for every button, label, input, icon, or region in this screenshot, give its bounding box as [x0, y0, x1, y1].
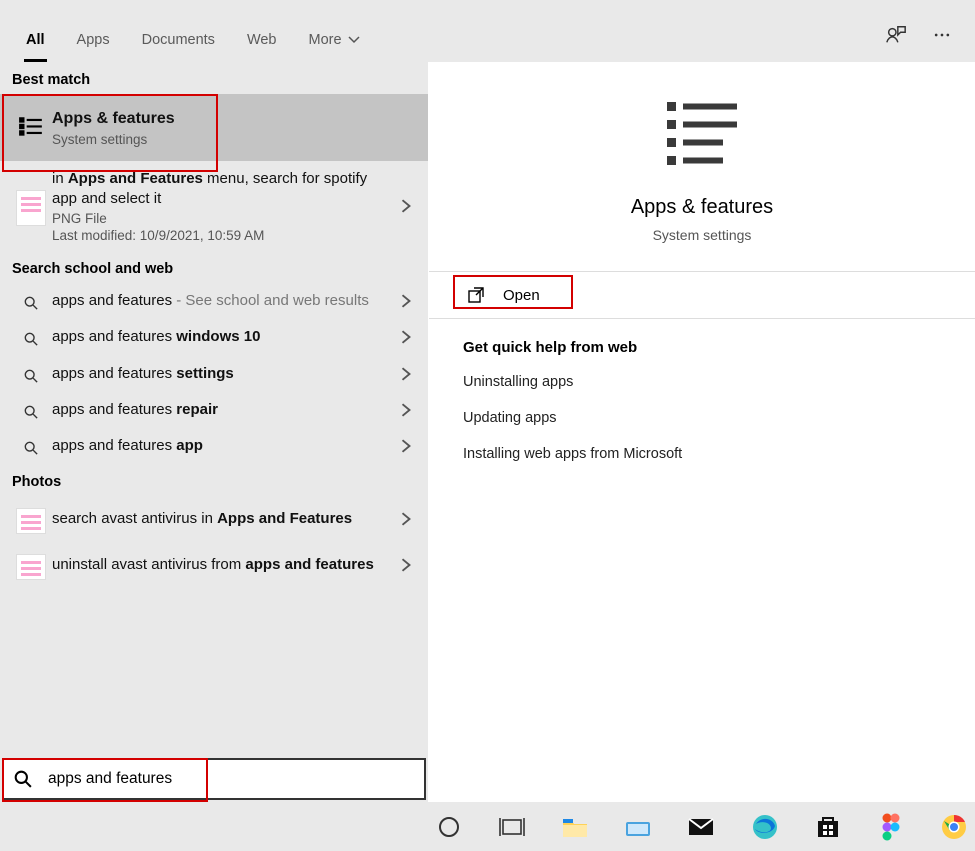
chevron-down-icon: [348, 34, 360, 46]
taskbar: [0, 802, 975, 851]
open-button[interactable]: Open: [439, 272, 568, 318]
result-web[interactable]: apps and features - See school and web r…: [0, 283, 428, 319]
result-web[interactable]: apps and features windows 10: [0, 319, 428, 355]
chevron-right-icon: [394, 294, 418, 308]
taskbar-keyboard-icon[interactable]: [618, 807, 659, 847]
chevron-right-icon: [394, 512, 418, 526]
search-icon: [4, 770, 42, 788]
result-web[interactable]: apps and features settings: [0, 356, 428, 392]
taskbar-taskview-icon[interactable]: [491, 807, 532, 847]
result-photo[interactable]: uninstall avast antivirus from apps and …: [0, 542, 428, 588]
tab-web[interactable]: Web: [245, 22, 279, 62]
taskbar-file-explorer-icon[interactable]: [554, 807, 595, 847]
result-title: in Apps and Features menu, search for sp…: [52, 169, 388, 210]
tab-documents[interactable]: Documents: [140, 22, 217, 62]
section-search-web: Search school and web: [0, 251, 428, 283]
result-file-type: PNG File: [52, 211, 388, 226]
result-web[interactable]: apps and features repair: [0, 392, 428, 428]
taskbar-edge-icon[interactable]: [744, 807, 785, 847]
search-icon: [10, 401, 52, 419]
result-title: apps and features settings: [52, 364, 388, 384]
search-filter-tabbar: All Apps Documents Web More: [0, 0, 975, 62]
result-title: Apps & features: [52, 108, 412, 130]
taskbar-figma-icon[interactable]: [871, 807, 912, 847]
preview-title: Apps & features: [631, 196, 773, 219]
chevron-right-icon: [394, 558, 418, 572]
result-title: apps and features app: [52, 436, 388, 456]
chevron-right-icon: [394, 367, 418, 381]
result-file[interactable]: in Apps and Features menu, search for sp…: [0, 161, 428, 252]
result-title: search avast antivirus in Apps and Featu…: [52, 509, 388, 529]
file-thumbnail-icon: [16, 190, 46, 226]
open-label: Open: [503, 287, 540, 304]
tab-more[interactable]: More: [307, 22, 362, 62]
search-icon: [10, 437, 52, 455]
open-icon: [467, 286, 485, 304]
chevron-right-icon: [394, 330, 418, 344]
chevron-right-icon: [394, 403, 418, 417]
search-icon: [10, 365, 52, 383]
taskbar-mail-icon[interactable]: [681, 807, 722, 847]
help-link[interactable]: Updating apps: [463, 410, 941, 426]
chevron-right-icon: [394, 199, 418, 213]
search-icon: [10, 328, 52, 346]
photo-thumbnail-icon: [16, 554, 46, 580]
search-input[interactable]: [42, 766, 424, 792]
section-best-match: Best match: [0, 62, 428, 94]
result-title: apps and features repair: [52, 400, 388, 420]
taskbar-cortana-icon[interactable]: [428, 807, 469, 847]
result-best-match[interactable]: Apps & features System settings: [0, 94, 428, 161]
result-photo[interactable]: search avast antivirus in Apps and Featu…: [0, 496, 428, 542]
tab-more-label: More: [309, 32, 342, 48]
taskbar-store-icon[interactable]: [807, 807, 848, 847]
result-subtitle: System settings: [52, 132, 412, 147]
tab-all[interactable]: All: [24, 22, 47, 62]
result-web[interactable]: apps and features app: [0, 428, 428, 464]
section-photos: Photos: [0, 464, 428, 496]
help-header: Get quick help from web: [463, 339, 941, 356]
result-file-modified: Last modified: 10/9/2021, 10:59 AM: [52, 228, 388, 243]
apps-features-icon: [18, 114, 44, 140]
help-link[interactable]: Installing web apps from Microsoft: [463, 446, 941, 462]
feedback-icon[interactable]: [885, 24, 907, 46]
more-options-icon[interactable]: [931, 24, 953, 46]
search-icon: [10, 292, 52, 310]
result-title: uninstall avast antivirus from apps and …: [52, 555, 388, 575]
taskbar-chrome-icon[interactable]: [934, 807, 975, 847]
tab-apps[interactable]: Apps: [75, 22, 112, 62]
apps-features-large-icon: [661, 92, 743, 174]
result-title: apps and features - See school and web r…: [52, 291, 388, 311]
photo-thumbnail-icon: [16, 508, 46, 534]
help-link[interactable]: Uninstalling apps: [463, 374, 941, 390]
preview-panel: Apps & features System settings Open Get…: [428, 62, 975, 802]
chevron-right-icon: [394, 439, 418, 453]
preview-subtitle: System settings: [653, 227, 752, 243]
search-box[interactable]: [2, 758, 426, 800]
result-title: apps and features windows 10: [52, 327, 388, 347]
